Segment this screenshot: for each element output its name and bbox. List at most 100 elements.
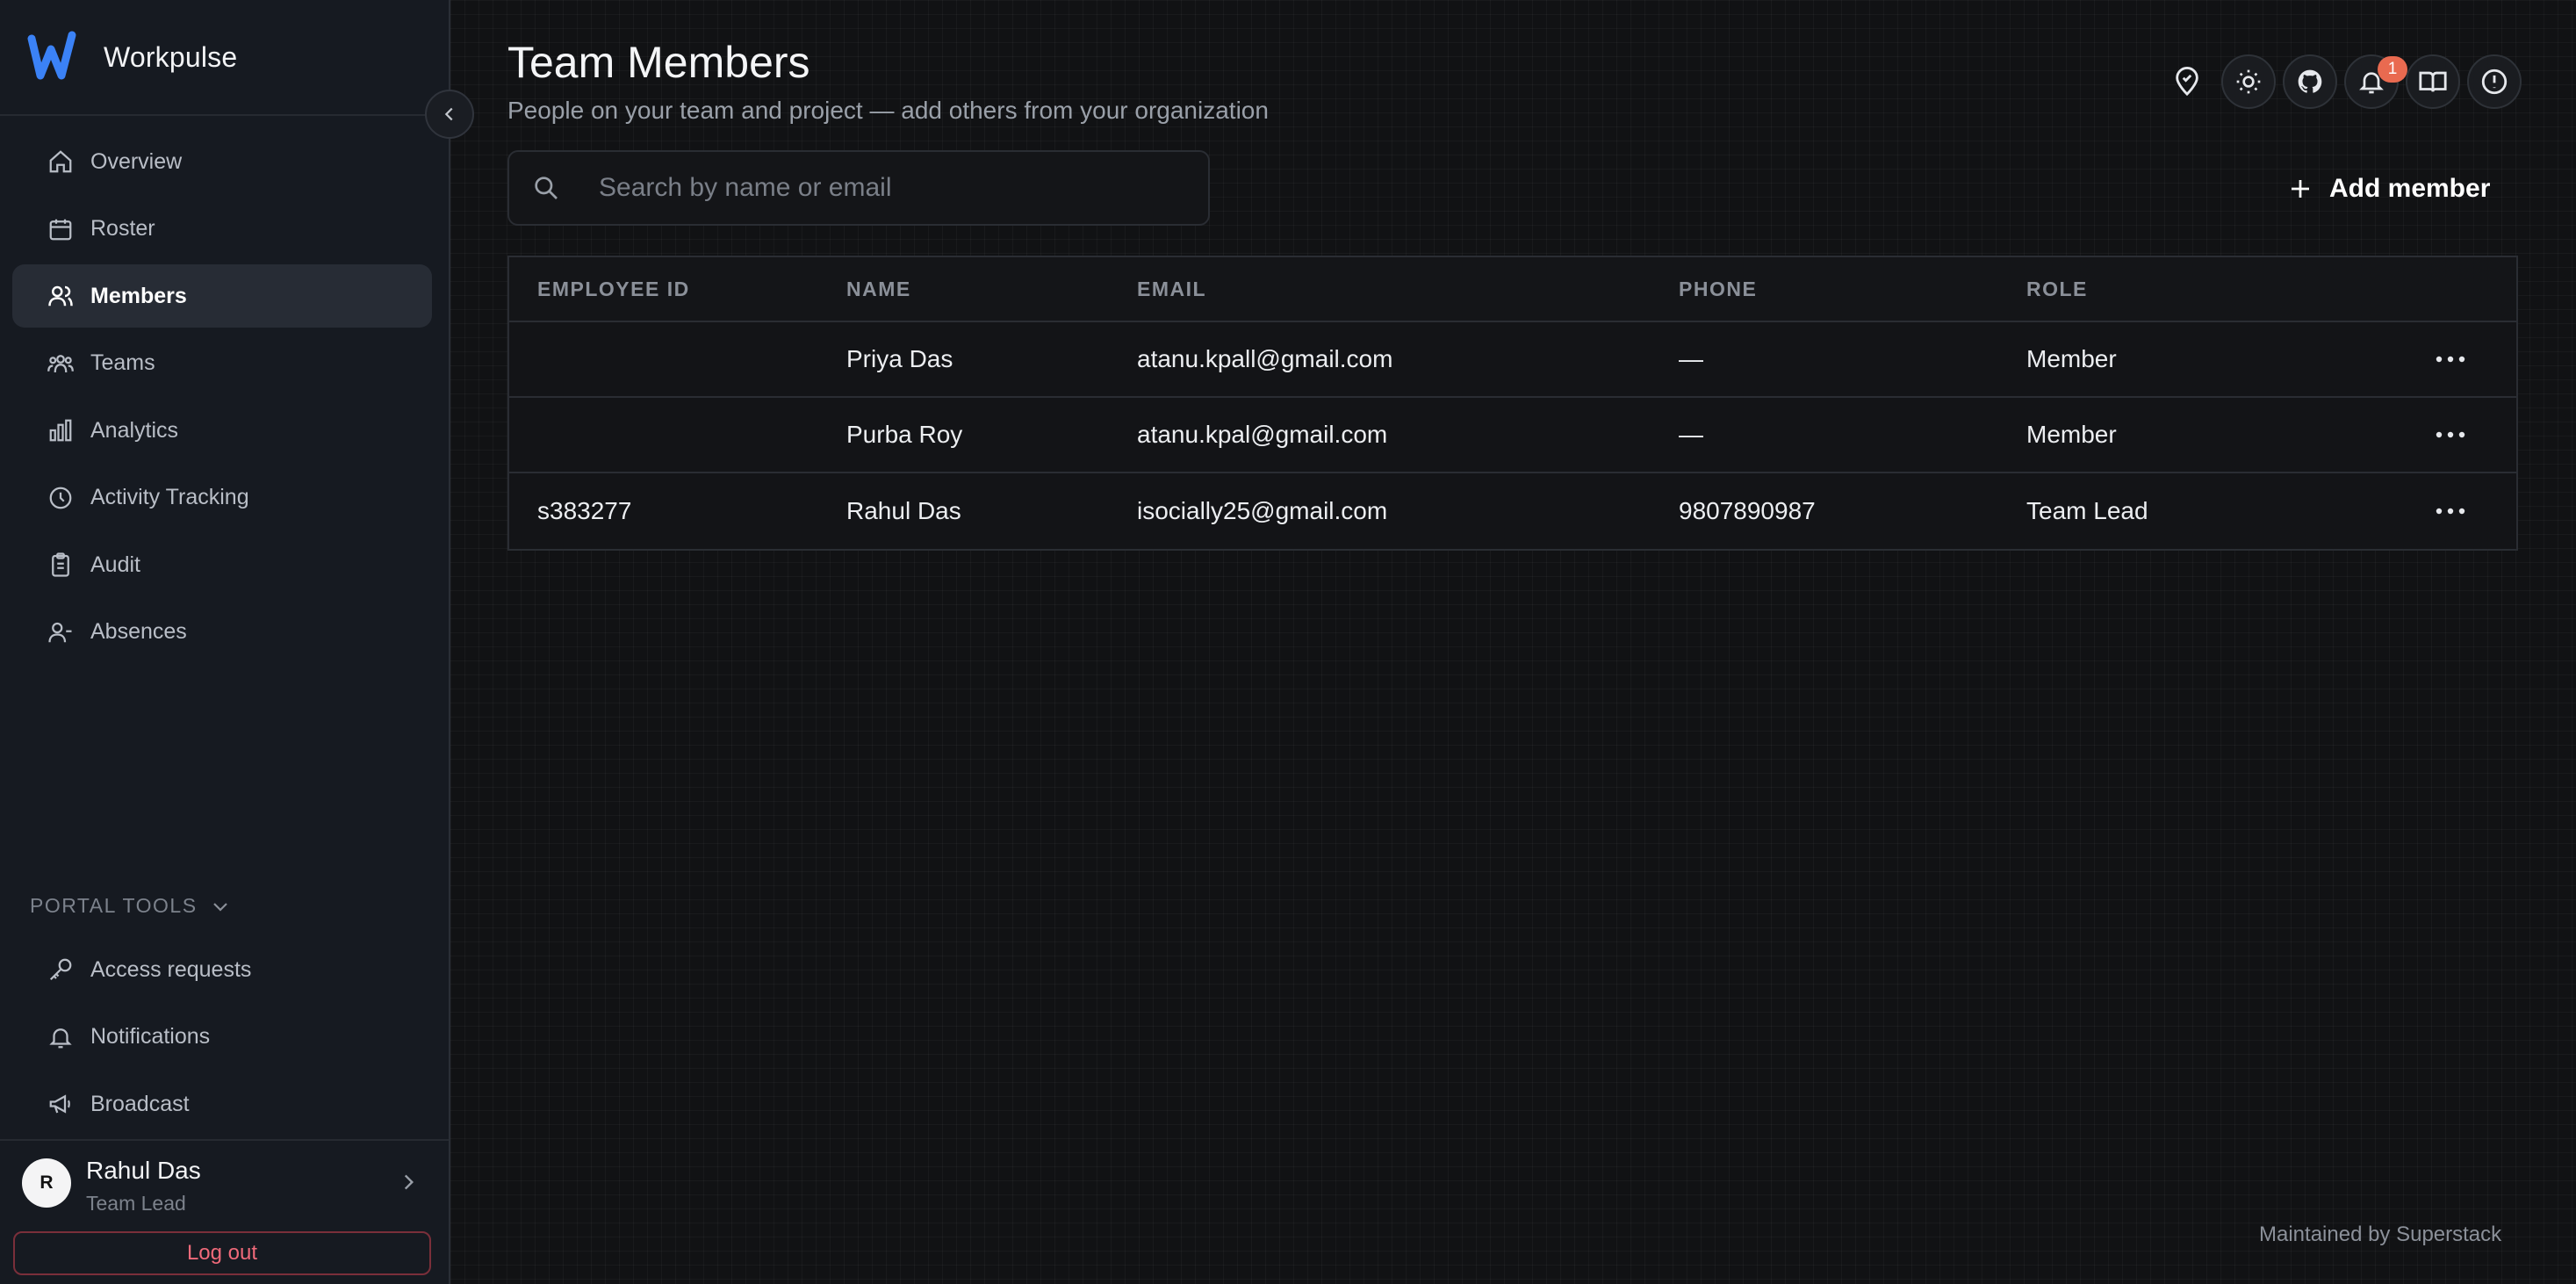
table-header: EMPLOYEE ID NAME EMAIL PHONE ROLE — [509, 257, 2516, 322]
user-name: Rahul Das — [86, 1157, 201, 1184]
search-input[interactable] — [599, 173, 1178, 203]
cell-email: atanu.kpall@gmail.com — [1137, 345, 1393, 372]
sun-icon — [2236, 69, 2261, 94]
nav-item-teams[interactable]: Teams — [12, 332, 432, 395]
nav-item-label: Analytics — [90, 417, 179, 443]
more-horizontal-icon — [2436, 356, 2465, 363]
chevron-left-icon — [444, 107, 453, 121]
table-row[interactable]: s383277 Rahul Das isocially25@gmail.com … — [509, 473, 2516, 549]
row-actions-button[interactable] — [2404, 507, 2500, 516]
home-icon — [46, 147, 76, 177]
collapse-sidebar-button[interactable] — [425, 90, 474, 139]
nav-item-label: Audit — [90, 552, 140, 577]
chevron-right-icon — [404, 1174, 414, 1190]
key-icon — [46, 955, 76, 985]
column-header-phone[interactable]: PHONE — [1679, 278, 2026, 301]
user-profile[interactable]: R Rahul Das Team Lead Log out — [0, 1139, 449, 1284]
page-title: Team Members — [507, 38, 810, 87]
main-nav: Overview Roster Members Teams Analytics — [12, 130, 432, 667]
bell-icon — [46, 1022, 76, 1052]
nav-item-label: Overview — [90, 148, 183, 174]
calendar-icon — [46, 214, 76, 244]
nav-item-label: Teams — [90, 350, 155, 375]
github-icon — [2298, 69, 2322, 93]
search-icon — [532, 174, 567, 202]
nav-item-access-requests[interactable]: Access requests — [12, 938, 432, 1001]
column-header-role[interactable]: ROLE — [2026, 278, 2404, 301]
header-toolbar: 1 — [2160, 54, 2529, 109]
page-subtitle: People on your team and project — add ot… — [507, 97, 1269, 124]
portal-tools-toggle[interactable]: PORTAL TOOLS — [30, 894, 231, 918]
plus-icon — [2292, 180, 2309, 198]
brand: Workpulse — [0, 0, 449, 116]
table-row[interactable]: Purba Roy atanu.kpal@gmail.com — Member — [509, 398, 2516, 473]
row-actions-button[interactable] — [2404, 430, 2500, 439]
cell-name: Purba Roy — [846, 421, 963, 448]
nav-item-analytics[interactable]: Analytics — [12, 399, 432, 462]
portal-tools-heading: PORTAL TOOLS — [30, 894, 198, 917]
workpulse-logo — [27, 31, 76, 80]
add-member-label: Add member — [2329, 174, 2491, 203]
row-actions-button[interactable] — [2404, 355, 2500, 364]
nav-item-label: Activity Tracking — [90, 485, 249, 509]
column-header-employee-id[interactable]: EMPLOYEE ID — [509, 278, 846, 301]
alert-circle-icon — [2481, 69, 2508, 95]
nav-item-notifications[interactable]: Notifications — [12, 1006, 432, 1069]
cell-name: Priya Das — [846, 345, 953, 372]
nav-item-audit[interactable]: Audit — [12, 533, 432, 596]
avatar: R — [22, 1158, 71, 1208]
github-button[interactable] — [2283, 54, 2337, 109]
nav-item-members[interactable]: Members — [12, 264, 432, 328]
nav-item-label: Access requests — [90, 956, 252, 982]
sidebar: Workpulse Overview Roster Members Teams — [0, 0, 474, 1284]
megaphone-icon — [46, 1089, 76, 1119]
location-button[interactable] — [2160, 54, 2214, 109]
column-header-email[interactable]: EMAIL — [1137, 278, 1679, 301]
cell-role: Team Lead — [2026, 497, 2148, 524]
nav-item-activity-tracking[interactable]: Activity Tracking — [12, 466, 432, 530]
nav-item-label: Roster — [90, 216, 155, 241]
notifications-button[interactable]: 1 — [2344, 54, 2407, 109]
nav-item-label: Absences — [90, 619, 187, 644]
nav-item-absences[interactable]: Absences — [12, 601, 432, 664]
more-horizontal-icon — [2436, 508, 2465, 515]
cell-role: Member — [2026, 421, 2117, 448]
brand-name: Workpulse — [104, 40, 238, 73]
column-header-name[interactable]: NAME — [846, 278, 1137, 301]
info-button[interactable] — [2467, 54, 2522, 109]
nav-item-roster[interactable]: Roster — [12, 198, 432, 261]
table-row[interactable]: Priya Das atanu.kpall@gmail.com — Member — [509, 322, 2516, 398]
bar-chart-icon — [46, 415, 76, 445]
cell-phone: — — [1679, 421, 1703, 448]
cell-name: Rahul Das — [846, 497, 961, 524]
clipboard-icon — [46, 550, 76, 580]
cell-phone: — — [1679, 345, 1703, 372]
cell-email: isocially25@gmail.com — [1137, 497, 1388, 524]
search-box — [507, 150, 1210, 226]
user-minus-icon — [46, 617, 76, 647]
nav-item-label: Notifications — [90, 1024, 211, 1049]
more-horizontal-icon — [2436, 431, 2465, 438]
add-member-button[interactable]: Add member — [2287, 167, 2490, 211]
notification-count-badge: 1 — [2378, 56, 2407, 83]
portal-tools-list: Access requests Notifications Broadcast — [12, 938, 432, 1140]
members-table: EMPLOYEE ID NAME EMAIL PHONE ROLE Priya … — [507, 256, 2518, 551]
clock-icon — [46, 483, 76, 513]
users-icon — [46, 281, 76, 311]
nav-item-label: Broadcast — [90, 1091, 190, 1116]
nav-item-overview[interactable]: Overview — [12, 130, 432, 193]
map-pin-check-icon — [2176, 67, 2198, 97]
cell-employee-id: s383277 — [537, 497, 632, 524]
theme-toggle-button[interactable] — [2221, 54, 2276, 109]
main-content: Team Members People on your team and pro… — [450, 0, 2576, 1284]
chevron-down-icon — [212, 902, 227, 912]
docs-button[interactable] — [2406, 54, 2460, 109]
cell-email: atanu.kpal@gmail.com — [1137, 421, 1388, 448]
book-open-icon — [2419, 71, 2447, 92]
cell-phone: 9807890987 — [1679, 497, 1816, 524]
nav-item-label: Members — [90, 283, 187, 308]
user-role: Team Lead — [86, 1192, 186, 1215]
nav-item-broadcast[interactable]: Broadcast — [12, 1072, 432, 1136]
group-icon — [46, 349, 76, 379]
logout-button[interactable]: Log out — [13, 1231, 431, 1275]
